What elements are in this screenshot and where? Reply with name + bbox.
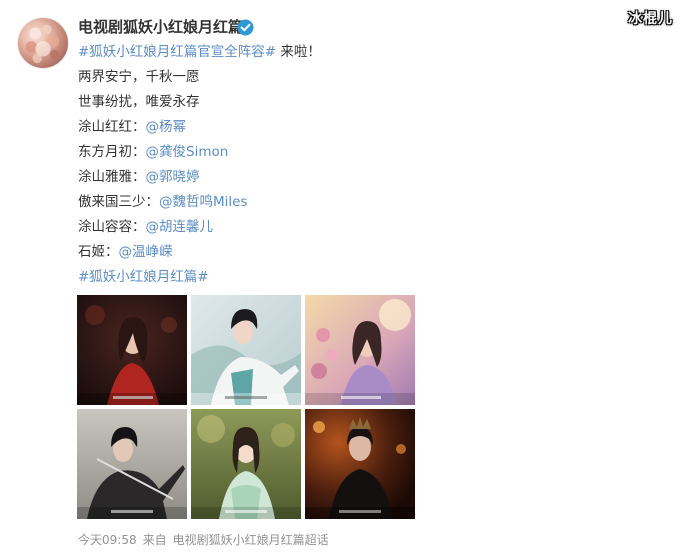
photo-thumbnail[interactable] (77, 295, 187, 405)
verified-badge-icon (237, 19, 254, 36)
photo-thumbnail[interactable] (305, 409, 415, 519)
cast-role: 石姬： (78, 244, 119, 260)
photo-thumbnail[interactable] (191, 409, 301, 519)
cast-role: 傲来国三少： (78, 194, 159, 210)
avatar[interactable] (17, 17, 69, 69)
photo-thumbnail[interactable] (77, 409, 187, 519)
slogan-line-1: 两界安宁，千秋一愿 (78, 69, 200, 85)
cast-line: 涂山容容：@胡连馨儿 (78, 215, 638, 240)
post-time[interactable]: 今天09:58 (78, 533, 137, 547)
source-link[interactable]: 电视剧狐妖小红娘月红篇超话 (173, 533, 329, 547)
cast-role: 东方月初： (78, 144, 146, 160)
headline-suffix: 来啦！ (276, 44, 321, 60)
mention-link[interactable]: @郭晓婷 (146, 169, 200, 185)
avatar-image (25, 24, 60, 64)
author-name[interactable]: 电视剧狐妖小红娘月红篇 (78, 16, 243, 38)
topic-link[interactable]: #狐妖小红娘月红篇# (78, 269, 209, 285)
cast-role: 涂山红红： (78, 119, 146, 135)
headline: #狐妖小红娘月红篇官宣全阵容# 来啦！ (78, 40, 638, 65)
footer-topic-line: #狐妖小红娘月红篇# (78, 265, 638, 290)
cast-line: 东方月初：@龚俊Simon (78, 140, 638, 165)
watermark: 冰棍儿 (628, 11, 673, 27)
mention-link[interactable]: @杨幂 (146, 119, 187, 135)
slogan-line-2: 世事纷扰，唯爱永存 (78, 94, 200, 110)
mention-link[interactable]: @龚俊Simon (146, 144, 229, 160)
mention-link[interactable]: @温峥嵘 (119, 244, 173, 260)
mention-link[interactable]: @胡连馨儿 (146, 219, 214, 235)
cast-role: 涂山雅雅： (78, 169, 146, 185)
cast-line: 傲来国三少：@魏哲鸣Miles (78, 190, 638, 215)
image-grid (77, 295, 415, 519)
mention-link[interactable]: @魏哲鸣Miles (159, 194, 248, 210)
source-prefix: 来自 (142, 533, 167, 547)
post-meta: 今天09:58 来自 电视剧狐妖小红娘月红篇超话 (78, 531, 335, 549)
photo-thumbnail[interactable] (305, 295, 415, 405)
post-body: #狐妖小红娘月红篇官宣全阵容# 来啦！ 两界安宁，千秋一愿 世事纷扰，唯爱永存 … (78, 40, 638, 290)
photo-thumbnail[interactable] (191, 295, 301, 405)
topic-link[interactable]: #狐妖小红娘月红篇官宣全阵容# (78, 44, 276, 60)
cast-line: 石姬：@温峥嵘 (78, 240, 638, 265)
cast-role: 涂山容容： (78, 219, 146, 235)
cast-line: 涂山红红：@杨幂 (78, 115, 638, 140)
cast-line: 涂山雅雅：@郭晓婷 (78, 165, 638, 190)
